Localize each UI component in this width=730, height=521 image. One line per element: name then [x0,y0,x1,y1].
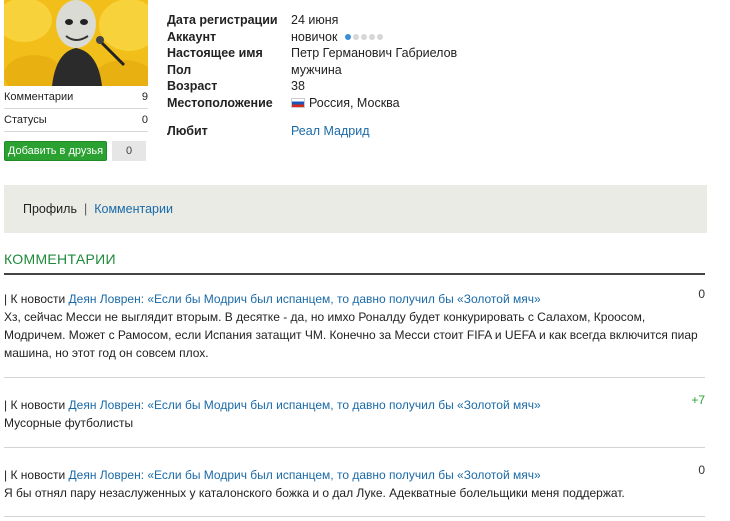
comment-text: Мусорные футболисты [4,416,134,430]
stat-label: Комментарии [4,91,74,103]
news-link[interactable]: Деян Ловрен: «Если бы Модрич был испанце… [69,468,541,482]
divider [4,516,705,517]
comment-head: | К новости Деян Ловрен: «Если бы Модрич… [4,397,705,414]
info-value: 38 [291,79,305,94]
divider [4,108,148,109]
info-key: Настоящее имя [167,46,263,61]
tab-comments[interactable]: Комментарии [94,202,173,216]
stat-comments[interactable]: Комментарии 9 [4,91,148,103]
level-dot [344,34,351,41]
account-level-indicator [344,34,383,41]
level-dot [368,34,375,41]
likes-link[interactable]: Реал Мадрид [291,124,370,138]
section-divider [4,273,705,275]
info-value-wrap: новичок [291,30,383,44]
level-dot [376,34,383,41]
avatar[interactable] [4,0,148,86]
info-key: Возраст [167,79,218,94]
friend-count-badge: 0 [112,141,146,161]
info-key: Аккаунт [167,29,217,44]
profile-info: Дата регистрации 24 июня Аккаунт новичок… [167,12,457,111]
tab-separator: | [83,202,88,216]
avatar-image [4,0,148,86]
divider [4,131,148,132]
comment-score: 0 [698,287,705,301]
info-value: новичок [291,29,338,44]
level-dot [352,34,359,41]
add-friend-button[interactable]: Добавить в друзья [4,141,107,161]
stat-value: 0 [141,114,148,126]
divider [4,447,705,448]
comment-prefix: | К новости [4,292,66,306]
info-value: мужчина [291,62,342,77]
info-row-real-name: Настоящее имя Петр Германович Габриелов [167,45,457,62]
comment-score: 0 [698,463,705,477]
info-row-registration: Дата регистрации 24 июня [167,12,457,29]
info-row-age: Возраст 38 [167,78,457,95]
info-value-wrap: Россия, Москва [291,96,400,110]
stat-label: Статусы [4,114,47,126]
info-value: Петр Германович Габриелов [291,46,458,61]
info-key: Пол [167,62,192,77]
comment-item: | К новости Деян Ловрен: «Если бы Модрич… [4,463,705,502]
info-row-location: Местоположение Россия, Москва [167,95,457,112]
level-dot [360,34,367,41]
comment-text: Хз, сейчас Месси не выглядит вторым. В д… [4,310,698,360]
comment-item: | К новости Деян Ловрен: «Если бы Модрич… [4,287,705,362]
comment-item: | К новости Деян Ловрен: «Если бы Модрич… [4,393,705,432]
info-value: 24 июня [291,13,339,28]
stat-statuses[interactable]: Статусы 0 [4,114,148,126]
info-row-gender: Пол мужчина [167,62,457,79]
divider [4,377,705,378]
russia-flag-icon [291,97,305,108]
likes-row: Любит Реал Мадрид [167,124,370,138]
comment-head: | К новости Деян Ловрен: «Если бы Модрич… [4,291,705,308]
stat-value: 9 [141,91,148,103]
comment-prefix: | К новости [4,468,66,482]
info-key: Местоположение [167,95,273,110]
news-link[interactable]: Деян Ловрен: «Если бы Модрич был испанце… [69,292,541,306]
comment-prefix: | К новости [4,398,66,412]
section-title: КОММЕНТАРИИ [4,251,116,267]
comment-score: +7 [691,393,705,407]
comment-head: | К новости Деян Ловрен: «Если бы Модрич… [4,467,705,484]
profile-tabs: Профиль | Комментарии [4,185,707,233]
info-value: Россия, Москва [309,95,400,110]
likes-label: Любит [167,124,208,138]
tab-profile[interactable]: Профиль [23,202,77,216]
comment-text: Я бы отнял пару незаслуженных у каталонс… [4,486,625,500]
news-link[interactable]: Деян Ловрен: «Если бы Модрич был испанце… [69,398,541,412]
info-row-account: Аккаунт новичок [167,29,457,46]
info-key: Дата регистрации [167,13,278,28]
